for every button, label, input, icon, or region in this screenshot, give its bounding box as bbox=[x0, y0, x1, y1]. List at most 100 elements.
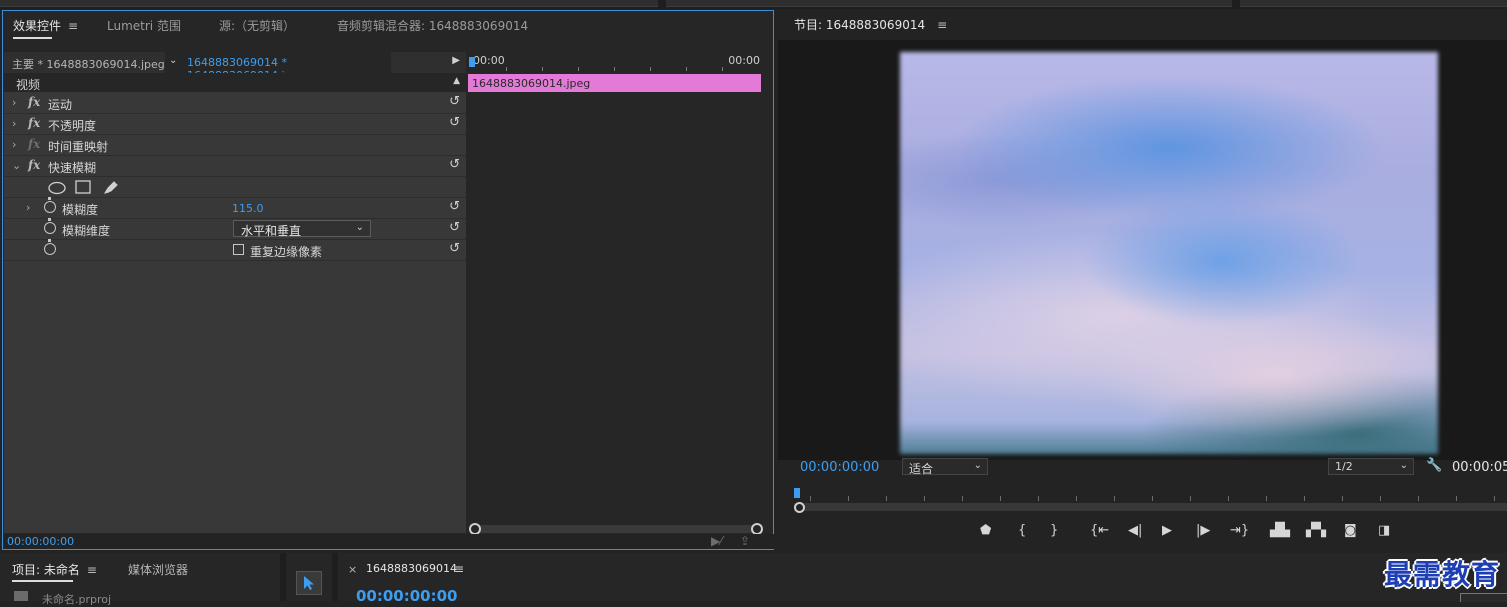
chevron-down-icon: ⌄ bbox=[973, 460, 982, 471]
ruler-tick bbox=[1114, 496, 1115, 501]
blurriness-value[interactable]: 115.0 bbox=[232, 202, 264, 215]
program-timecode[interactable]: 00:00:00:00 bbox=[800, 460, 879, 475]
scroll-handle-left[interactable] bbox=[794, 502, 805, 513]
extract-icon[interactable]: ▞▚ bbox=[1306, 523, 1326, 538]
timeline-scrollbar[interactable] bbox=[469, 523, 763, 535]
reset-icon[interactable]: ↺ bbox=[449, 157, 460, 172]
effect-name: 快速模糊 bbox=[48, 161, 97, 175]
ruler-tick bbox=[542, 67, 543, 71]
panel-menu-icon[interactable]: ≡ bbox=[937, 18, 947, 32]
pen-mask-icon[interactable] bbox=[102, 179, 120, 195]
panel-menu-icon[interactable]: ≡ bbox=[68, 19, 78, 33]
checkbox-label: 重复边缘像素 bbox=[250, 245, 323, 259]
rectangle-mask-icon[interactable] bbox=[75, 180, 91, 194]
fx-icon[interactable]: fx bbox=[28, 158, 40, 172]
tab-source[interactable]: 源:（无剪辑） bbox=[219, 17, 295, 34]
go-to-out-icon[interactable]: ⇥} bbox=[1230, 523, 1249, 538]
video-preview[interactable] bbox=[900, 52, 1438, 454]
lift-icon[interactable]: ▟▙ bbox=[1270, 523, 1290, 538]
reset-icon[interactable]: ↺ bbox=[449, 241, 460, 256]
fx-icon[interactable]: fx bbox=[28, 116, 40, 130]
close-tab-icon[interactable]: × bbox=[348, 563, 357, 576]
show-timeline-icon[interactable]: ▶ bbox=[452, 55, 460, 66]
ellipse-mask-icon[interactable] bbox=[47, 181, 67, 195]
master-clip-label[interactable]: 主要 * 1648883069014.jpeg bbox=[12, 56, 165, 72]
watermark-text: 最需教育 bbox=[1384, 558, 1501, 591]
effect-controls-timecode[interactable]: 00:00:00:00 bbox=[7, 535, 74, 548]
comparison-view-icon[interactable]: ◨ bbox=[1378, 523, 1390, 538]
clip-bar[interactable]: 1648883069014.jpeg bbox=[468, 74, 761, 92]
step-forward-icon[interactable]: |▶ bbox=[1196, 523, 1210, 538]
collapse-up-icon[interactable]: ▲ bbox=[453, 76, 460, 86]
chevron-down-icon[interactable]: ⌄ bbox=[12, 159, 21, 172]
timeline-timecode[interactable]: 00:00:00:00 bbox=[356, 587, 458, 605]
effect-list-area: 主要 * 1648883069014.jpeg ⌄ 1648883069014 … bbox=[4, 52, 466, 533]
wrench-icon[interactable]: 🔧 bbox=[1426, 458, 1442, 473]
playhead[interactable] bbox=[469, 57, 475, 67]
effect-row-fast-blur[interactable]: ⌄ fx 快速模糊 ↺ bbox=[4, 156, 466, 177]
stopwatch-icon[interactable] bbox=[44, 239, 56, 255]
chevron-right-icon[interactable]: › bbox=[12, 96, 16, 109]
effect-name: 不透明度 bbox=[48, 119, 97, 133]
export-frame-icon[interactable]: ◙ bbox=[1344, 523, 1357, 538]
chevron-right-icon[interactable]: › bbox=[26, 201, 30, 214]
effect-row-motion[interactable]: › fx 运动 ↺ bbox=[4, 93, 466, 114]
stopwatch-icon[interactable] bbox=[44, 197, 56, 213]
bottom-panels: 项目: 未命名 ≡ 媒体浏览器 未命名.prproj × 164888306901… bbox=[0, 553, 1507, 606]
param-row-repeat-edge[interactable]: 重复边缘像素 ↺ bbox=[4, 239, 466, 261]
chevron-right-icon[interactable]: › bbox=[12, 138, 16, 151]
fx-icon[interactable]: fx bbox=[28, 95, 40, 109]
selection-tool-button[interactable] bbox=[296, 571, 322, 595]
effect-row-opacity[interactable]: › fx 不透明度 ↺ bbox=[4, 114, 466, 135]
playhead[interactable] bbox=[794, 488, 800, 498]
ruler-tick bbox=[578, 67, 579, 71]
mark-out-icon[interactable]: } bbox=[1050, 523, 1058, 538]
export-icon[interactable]: ⇪ bbox=[740, 534, 750, 548]
tab-audio-clip-mixer[interactable]: 音频剪辑混合器: 1648883069014 bbox=[337, 17, 528, 34]
ruler-tick bbox=[1228, 496, 1229, 501]
ruler-tick bbox=[722, 67, 723, 71]
play-button-icon[interactable]: ▶ bbox=[1162, 523, 1172, 538]
panel-menu-icon[interactable]: ≡ bbox=[454, 562, 464, 576]
param-row-blurriness[interactable]: › 模糊度 115.0 ↺ bbox=[4, 197, 466, 219]
active-tab-underline bbox=[12, 580, 73, 582]
panel-menu-icon[interactable]: ≡ bbox=[87, 563, 97, 577]
monitor-scrollbar[interactable] bbox=[794, 502, 1507, 513]
tab-media-browser[interactable]: 媒体浏览器 bbox=[128, 561, 188, 578]
section-label: 视频 bbox=[16, 78, 41, 92]
add-marker-icon[interactable]: ⬟ bbox=[980, 523, 991, 538]
sequence-clip-selector[interactable]: ⌄ 1648883069014 * 1648883069014.jpeg bbox=[165, 52, 391, 82]
project-file[interactable]: 未命名.prproj bbox=[42, 591, 111, 607]
blur-dimensions-dropdown[interactable]: 水平和垂直 ⌄ bbox=[233, 220, 371, 238]
tab-effect-controls[interactable]: 效果控件 ≡ bbox=[13, 17, 78, 39]
time-ruler[interactable]: 00:00 00:00 bbox=[468, 52, 773, 73]
effect-name: 运动 bbox=[48, 98, 73, 112]
ruler-tick bbox=[810, 496, 811, 501]
effect-row-time-remap[interactable]: › fx 时间重映射 bbox=[4, 135, 466, 156]
program-monitor-title[interactable]: 节目: 1648883069014 ≡ bbox=[794, 16, 947, 33]
reset-icon[interactable]: ↺ bbox=[449, 199, 460, 214]
reset-icon[interactable]: ↺ bbox=[449, 115, 460, 130]
step-back-icon[interactable]: ◀| bbox=[1128, 523, 1142, 538]
repeat-edge-checkbox[interactable] bbox=[233, 244, 244, 255]
tab-project[interactable]: 项目: 未命名 ≡ bbox=[12, 561, 97, 582]
mask-tools-row bbox=[4, 177, 466, 198]
param-row-blur-dimensions[interactable]: 模糊维度 水平和垂直 ⌄ ↺ bbox=[4, 218, 466, 240]
chevron-right-icon[interactable]: › bbox=[12, 117, 16, 130]
title-text: 节目: 1648883069014 bbox=[794, 18, 926, 32]
playback-resolution-dropdown[interactable]: 1/2 ⌄ bbox=[1328, 458, 1414, 475]
ruler-start-time: 00:00 bbox=[473, 54, 505, 67]
ruler-tick bbox=[1152, 496, 1153, 501]
tab-lumetri-scopes[interactable]: Lumetri 范围 bbox=[107, 17, 181, 34]
reset-icon[interactable]: ↺ bbox=[449, 94, 460, 109]
go-to-in-icon[interactable]: {⇤ bbox=[1090, 523, 1109, 538]
stopwatch-icon[interactable] bbox=[44, 218, 56, 234]
mark-in-icon[interactable]: { bbox=[1018, 523, 1026, 538]
play-audio-icon[interactable]: ▶⁄ bbox=[711, 534, 722, 548]
tab-label: 效果控件 bbox=[13, 19, 62, 33]
ruler-tick bbox=[1304, 496, 1305, 501]
sequence-tab-label[interactable]: 1648883069014 bbox=[366, 562, 457, 575]
reset-icon[interactable]: ↺ bbox=[449, 220, 460, 235]
zoom-fit-dropdown[interactable]: 适合 ⌄ bbox=[902, 458, 988, 476]
monitor-time-ruler[interactable] bbox=[790, 487, 1507, 501]
